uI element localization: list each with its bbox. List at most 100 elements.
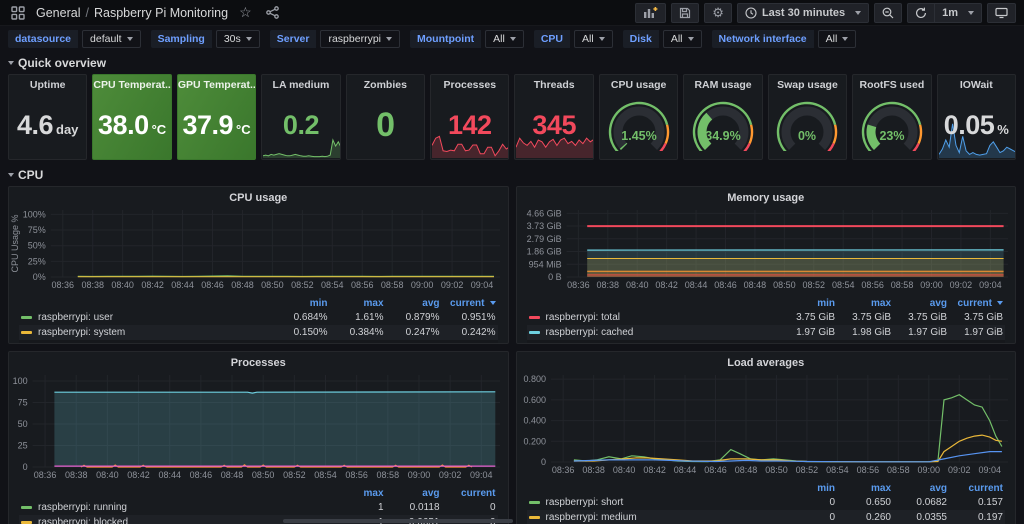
chart-plot[interactable]: 08:3608:3808:4008:4208:4408:4608:4808:50… [517, 204, 1016, 292]
legend-series-name[interactable]: raspberrypi: short [527, 495, 782, 510]
stat-panel-la-medium[interactable]: LA medium 0.2 [261, 74, 340, 160]
svg-text:08:42: 08:42 [127, 470, 150, 480]
panel-cpu-usage: CPU usage 08:3608:3808:4008:4208:4408:46… [8, 186, 509, 344]
svg-text:09:02: 09:02 [439, 470, 462, 480]
refresh-button[interactable] [907, 3, 934, 23]
breadcrumb-section[interactable]: General [36, 6, 80, 20]
svg-text:0: 0 [23, 462, 28, 472]
stat-panel-rootfs-used[interactable]: RootFS used23% [852, 74, 931, 160]
legend-header-current[interactable]: current [949, 482, 1005, 495]
svg-text:08:44: 08:44 [673, 465, 696, 475]
svg-text:08:52: 08:52 [802, 280, 825, 290]
variable-value-dropdown[interactable]: All [485, 30, 524, 48]
top-nav: General / Raspberry Pi Monitoring ☆ ⚙ La… [0, 0, 1024, 26]
add-panel-button[interactable] [635, 3, 666, 23]
stat-value: 37.9 [182, 110, 233, 141]
variable-value-dropdown[interactable]: All [818, 30, 857, 48]
horizontal-scrollbar-thumb[interactable] [283, 519, 513, 523]
stat-panel-ram-usage[interactable]: RAM usage34.9% [683, 74, 762, 160]
stat-panel-swap-usage[interactable]: Swap usage0% [768, 74, 847, 160]
svg-text:0.800: 0.800 [523, 374, 546, 384]
time-range-picker[interactable]: Last 30 minutes [737, 3, 869, 23]
stat-panel-iowait[interactable]: IOWait0.05% [937, 74, 1016, 160]
svg-text:08:56: 08:56 [856, 465, 879, 475]
legend-value: 0.247% [386, 325, 442, 340]
legend-value: 0.0682 [893, 495, 949, 510]
panel-title[interactable]: Memory usage [517, 187, 1016, 204]
chevron-down-icon [599, 37, 605, 41]
series-color-swatch [529, 316, 540, 319]
series-color-swatch [21, 506, 32, 509]
panel-processes: Processes 08:3608:3808:4008:4208:4408:46… [8, 351, 509, 524]
zoom-out-time-button[interactable] [874, 3, 902, 23]
stat-unit: °C [236, 122, 251, 137]
legend-header-current[interactable]: current [949, 297, 1005, 310]
legend-header-avg[interactable]: avg [893, 297, 949, 310]
stat-panel-zombies[interactable]: Zombies0 [346, 74, 425, 160]
variable-value-dropdown[interactable]: default [82, 30, 141, 48]
legend-header-current[interactable]: current [442, 297, 498, 310]
stat-panel-gpu-temperat[interactable]: GPU Temperat... 37.9°C [177, 74, 256, 160]
legend-series-name[interactable]: raspberrypi: cached [527, 325, 782, 340]
panel-title[interactable]: CPU usage [9, 187, 508, 204]
save-dashboard-button[interactable] [671, 3, 699, 23]
chart-plot[interactable]: 08:3608:3808:4008:4208:4408:4608:4808:50… [9, 369, 508, 482]
svg-text:08:38: 08:38 [582, 465, 605, 475]
legend-header-avg[interactable]: avg [386, 487, 442, 500]
panel-title[interactable]: Load averages [517, 352, 1016, 369]
legend-value: 0.260 [837, 510, 893, 524]
legend-header-min[interactable]: min [781, 297, 837, 310]
stat-value: 345 [532, 110, 576, 141]
legend-value: 0.0118 [386, 500, 442, 515]
legend-series-name[interactable]: raspberrypi: total [527, 310, 782, 325]
favorite-star-icon[interactable]: ☆ [236, 2, 255, 23]
dashboards-grid-icon[interactable] [8, 4, 28, 22]
legend-header-min[interactable]: min [274, 297, 330, 310]
legend-header-avg[interactable]: avg [893, 482, 949, 495]
share-icon[interactable] [263, 4, 282, 21]
legend-header-avg[interactable]: avg [386, 297, 442, 310]
dashboard-settings-button[interactable]: ⚙ [704, 3, 732, 23]
svg-text:08:44: 08:44 [684, 280, 707, 290]
variable-cpu: CPU All [534, 30, 613, 48]
legend-series-name[interactable]: raspberrypi: user [19, 310, 274, 325]
legend-value: 0.242% [442, 325, 498, 340]
legend-series-name[interactable]: raspberrypi: running [19, 500, 330, 515]
legend-header-max[interactable]: max [330, 297, 386, 310]
stat-panel-processes[interactable]: Processes142 [430, 74, 509, 160]
kiosk-tv-button[interactable] [987, 3, 1016, 23]
panel-title: LA medium [262, 75, 339, 91]
chart-plot[interactable]: 08:3608:3808:4008:4208:4408:4608:4808:50… [517, 369, 1016, 477]
legend-header-max[interactable]: max [837, 482, 893, 495]
stats-row: Uptime4.6day CPU Temperat...38.0°C GPU T… [0, 72, 1024, 160]
variable-value-dropdown[interactable]: All [574, 30, 613, 48]
refresh-interval-dropdown[interactable]: 1m [934, 3, 982, 23]
legend-header-min[interactable]: min [781, 482, 837, 495]
variable-label: Network interface [712, 30, 814, 48]
variable-value-dropdown[interactable]: All [663, 30, 702, 48]
chart-plot[interactable]: 08:3608:3808:4008:4208:4408:4608:4808:50… [9, 204, 508, 292]
svg-text:08:44: 08:44 [158, 470, 181, 480]
chevron-down-icon [842, 37, 848, 41]
stat-panel-threads[interactable]: Threads345 [514, 74, 593, 160]
legend-series-name[interactable]: raspberrypi: system [19, 325, 274, 340]
svg-text:08:40: 08:40 [612, 465, 635, 475]
variable-value-dropdown[interactable]: raspberrypi [320, 30, 400, 48]
stat-value: 0.2 [283, 110, 319, 141]
variable-value-dropdown[interactable]: 30s [216, 30, 260, 48]
svg-text:08:36: 08:36 [567, 280, 590, 290]
legend-header-max[interactable]: max [330, 487, 386, 500]
legend-series-name[interactable]: raspberrypi: medium [527, 510, 782, 524]
legend-header-current[interactable]: current [442, 487, 498, 500]
stat-value: 0.05 [944, 110, 995, 141]
stat-panel-uptime[interactable]: Uptime4.6day [8, 74, 87, 160]
section-header-quick-overview[interactable]: Quick overview [0, 52, 1024, 72]
stat-panel-cpu-temperat[interactable]: CPU Temperat...38.0°C [92, 74, 171, 160]
section-header-cpu[interactable]: CPU [0, 160, 1024, 184]
legend-header-max[interactable]: max [837, 297, 893, 310]
panel-title[interactable]: Processes [9, 352, 508, 369]
stat-panel-cpu-usage[interactable]: CPU usage1.45% [599, 74, 678, 160]
svg-text:08:52: 08:52 [283, 470, 306, 480]
variable-label: Disk [623, 30, 659, 48]
panel-title: GPU Temperat... [178, 75, 255, 91]
